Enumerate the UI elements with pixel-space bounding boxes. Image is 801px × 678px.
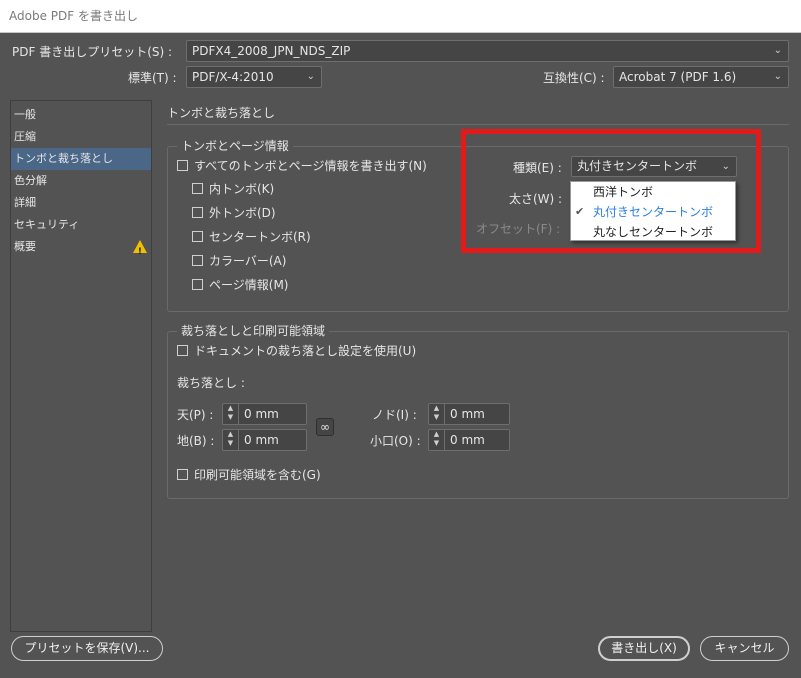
chevron-down-icon: ⌄ bbox=[773, 71, 782, 82]
registration-marks-checkbox[interactable]: センタートンボ(R) bbox=[192, 229, 311, 245]
bleed-label: 裁ち落とし : bbox=[177, 376, 245, 390]
bottom-label: 地(B) : bbox=[177, 434, 215, 448]
sidebar-item-marks-bleeds[interactable]: トンボと裁ち落とし bbox=[11, 148, 151, 170]
checkbox-box[interactable] bbox=[192, 207, 203, 218]
bottom-bleed-stepper[interactable]: ▲ ▼ 0 mm bbox=[222, 429, 307, 451]
top-label: 天(P) : bbox=[177, 408, 214, 422]
compat-value: Acrobat 7 (PDF 1.6) bbox=[619, 70, 737, 84]
inside-bleed-stepper[interactable]: ▲ ▼ 0 mm bbox=[428, 403, 510, 425]
window-title: Adobe PDF を書き出し bbox=[0, 0, 801, 33]
standard-label: 標準(T) : bbox=[128, 71, 177, 85]
link-chain-icon[interactable]: ∞ bbox=[316, 418, 334, 436]
standard-value: PDF/X-4:2010 bbox=[192, 70, 274, 84]
sidebar-item-output[interactable]: 色分解 bbox=[11, 170, 151, 192]
sidebar-item-security[interactable]: セキュリティ bbox=[11, 214, 151, 236]
checkbox-box[interactable] bbox=[177, 469, 188, 480]
page-info-label: ページ情報(M) bbox=[209, 278, 289, 292]
checkbox-box[interactable] bbox=[177, 345, 188, 356]
crop-marks-label: 内トンボ(K) bbox=[209, 182, 275, 196]
top-bleed-value: 0 mm bbox=[244, 407, 279, 421]
inside-label: ノド(I) : bbox=[372, 408, 417, 422]
use-doc-bleed-label: ドキュメントの裁ち落とし設定を使用(U) bbox=[194, 344, 417, 358]
top-bleed-stepper[interactable]: ▲ ▼ 0 mm bbox=[222, 403, 307, 425]
sidebar: 一般 圧縮 トンボと裁ち落とし 色分解 詳細 セキュリティ 概要 ! bbox=[10, 100, 152, 632]
bottom-bleed-value: 0 mm bbox=[244, 433, 279, 447]
section-title: トンボと裁ち落とし bbox=[167, 106, 276, 120]
checkbox-box[interactable] bbox=[192, 183, 203, 194]
preset-select[interactable]: PDFX4_2008_JPN_NDS_ZIP ⌄ bbox=[186, 40, 789, 62]
preset-label: PDF 書き出しプリセット(S) : bbox=[12, 45, 173, 59]
stepper-arrows-icon[interactable]: ▲ ▼ bbox=[223, 430, 239, 450]
save-preset-button[interactable]: プリセットを保存(V)... bbox=[11, 636, 163, 661]
outside-bleed-stepper[interactable]: ▲ ▼ 0 mm bbox=[428, 429, 510, 451]
stepper-arrows-icon[interactable]: ▲ ▼ bbox=[223, 404, 239, 424]
marks-group-title: トンボとページ情報 bbox=[177, 137, 293, 154]
sidebar-item-summary[interactable]: 概要 ! bbox=[11, 236, 151, 258]
inside-bleed-value: 0 mm bbox=[450, 407, 485, 421]
highlight-box bbox=[461, 129, 761, 253]
bleed-marks-label: 外トンボ(D) bbox=[209, 206, 276, 220]
sidebar-item-advanced[interactable]: 詳細 bbox=[11, 192, 151, 214]
compat-select[interactable]: Acrobat 7 (PDF 1.6) ⌄ bbox=[613, 66, 789, 88]
warning-exclamation: ! bbox=[137, 247, 142, 257]
bleed-group-title: 裁ち落としと印刷可能領域 bbox=[177, 322, 330, 339]
checkbox-box[interactable] bbox=[177, 160, 188, 171]
preset-value: PDFX4_2008_JPN_NDS_ZIP bbox=[192, 44, 351, 58]
sidebar-item-compression[interactable]: 圧縮 bbox=[11, 126, 151, 148]
stepper-arrows-icon[interactable]: ▲ ▼ bbox=[429, 404, 445, 424]
sidebar-item-label: 概要 bbox=[14, 240, 36, 253]
bleed-marks-checkbox[interactable]: 外トンボ(D) bbox=[192, 205, 276, 221]
divider bbox=[167, 124, 789, 125]
include-slug-label: 印刷可能領域を含む(G) bbox=[194, 468, 321, 482]
checkbox-box[interactable] bbox=[192, 231, 203, 242]
outside-label: 小口(O) : bbox=[370, 434, 421, 448]
crop-marks-checkbox[interactable]: 内トンボ(K) bbox=[192, 181, 274, 197]
compat-label: 互換性(C) : bbox=[543, 71, 605, 85]
page-info-checkbox[interactable]: ページ情報(M) bbox=[192, 277, 288, 293]
chevron-down-icon: ⌄ bbox=[773, 45, 782, 56]
checkbox-box[interactable] bbox=[192, 255, 203, 266]
export-button[interactable]: 書き出し(X) bbox=[598, 636, 690, 661]
color-bars-label: カラーバー(A) bbox=[209, 254, 287, 268]
all-marks-checkbox[interactable]: すべてのトンボとページ情報を書き出す(N) bbox=[177, 158, 427, 174]
cancel-button[interactable]: キャンセル bbox=[700, 636, 789, 661]
outside-bleed-value: 0 mm bbox=[450, 433, 485, 447]
use-doc-bleed-checkbox[interactable]: ドキュメントの裁ち落とし設定を使用(U) bbox=[177, 343, 416, 359]
stepper-arrows-icon[interactable]: ▲ ▼ bbox=[429, 430, 445, 450]
color-bars-checkbox[interactable]: カラーバー(A) bbox=[192, 253, 286, 269]
checkbox-box[interactable] bbox=[192, 279, 203, 290]
sidebar-item-general[interactable]: 一般 bbox=[11, 104, 151, 126]
include-slug-checkbox[interactable]: 印刷可能領域を含む(G) bbox=[177, 467, 321, 483]
registration-marks-label: センタートンボ(R) bbox=[209, 230, 311, 244]
chevron-down-icon: ⌄ bbox=[306, 71, 315, 82]
standard-select[interactable]: PDF/X-4:2010 ⌄ bbox=[186, 66, 322, 88]
all-marks-label: すべてのトンボとページ情報を書き出す(N) bbox=[194, 159, 427, 173]
